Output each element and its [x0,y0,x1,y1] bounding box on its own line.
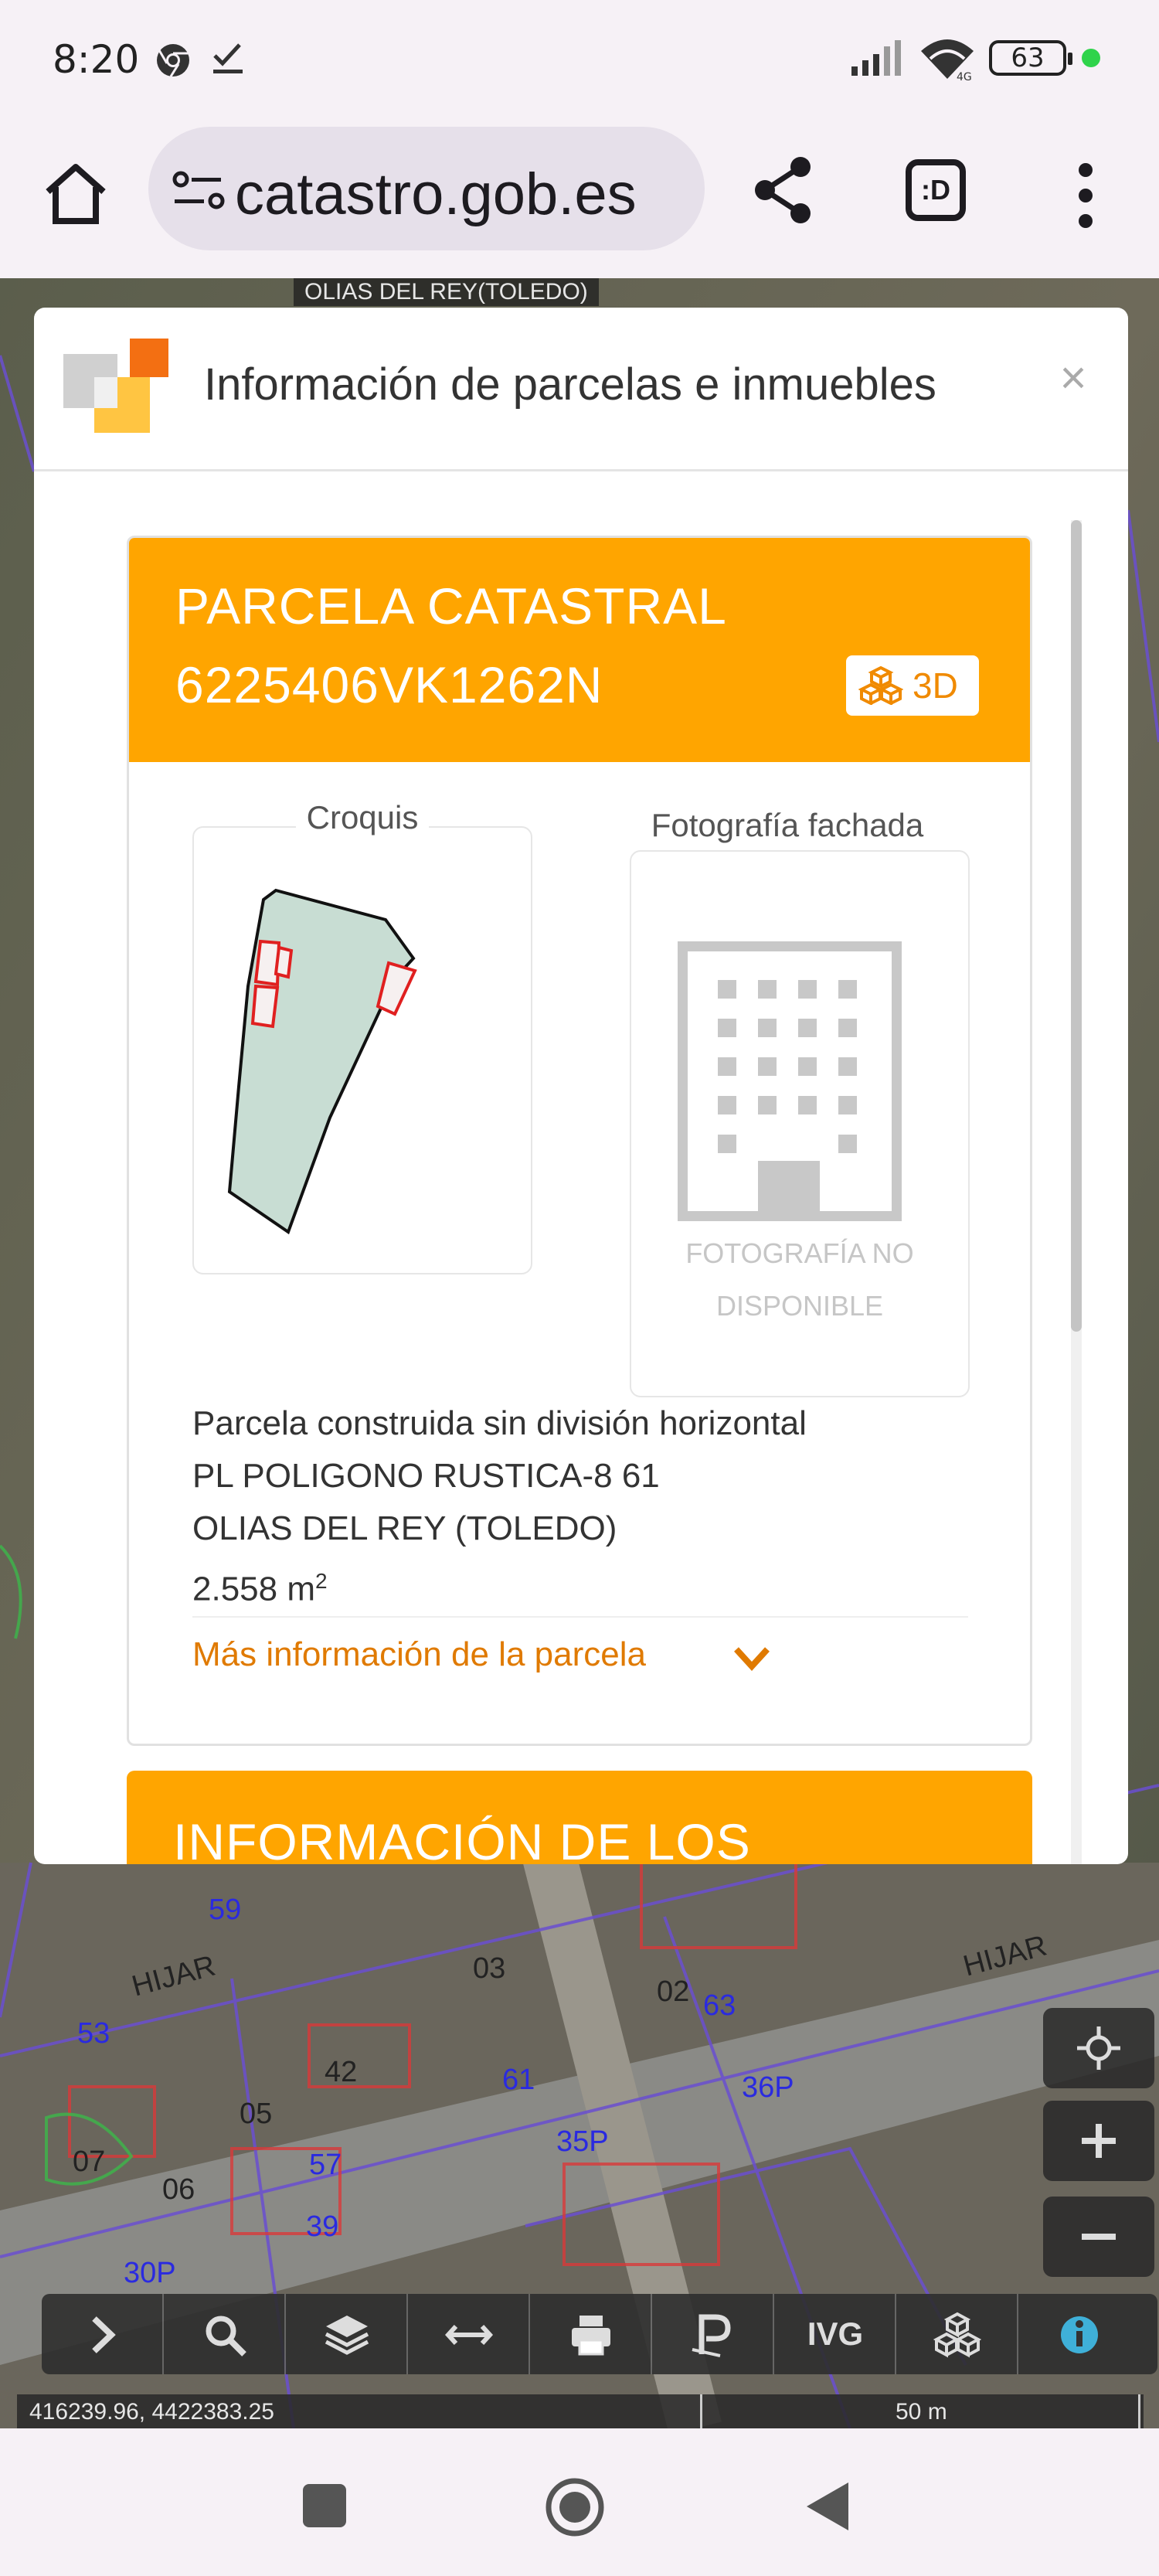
map-label: 05 [240,2098,273,2130]
map-label: 06 [162,2173,195,2206]
svg-text:4G: 4G [957,71,972,82]
parcel-info-dialog: Información de parcelas e inmuebles × PA… [34,308,1128,1864]
chrome-icon [157,44,189,77]
divider [192,1616,968,1618]
status-bar: 8:20 4G 63 [0,0,1159,116]
building-placeholder-icon [678,941,902,1221]
print-button[interactable] [530,2294,652,2374]
scale-bar: 50 m [700,2394,1140,2428]
parcel-sketch [227,888,417,1235]
recents-button[interactable] [303,2484,346,2527]
cubes-3d-icon [933,2312,981,2358]
parcel-description: Parcela construida sin división horizont… [192,1397,965,1616]
map-municipality-label: OLIAS DEL REY(TOLEDO) [294,278,599,306]
site-settings-icon[interactable] [172,168,226,213]
street-view-button[interactable] [652,2294,774,2374]
info-icon [1061,2316,1098,2353]
zoom-out-button[interactable] [1043,2197,1154,2277]
chevron-right-icon [92,2316,116,2353]
croquis-label: Croquis [129,799,596,836]
catastro-logo [63,339,168,433]
map-label: 57 [309,2149,342,2181]
search-button[interactable] [164,2294,286,2374]
signal-icon [851,40,901,76]
home-icon[interactable] [40,158,111,229]
properties-info-card-header[interactable]: INFORMACIÓN DE LOS [127,1771,1032,1864]
map-label: 39 [306,2210,339,2243]
address-bar[interactable]: catastro.gob.es [148,127,705,250]
toggle-panel-button[interactable] [42,2294,164,2374]
search-icon [206,2316,246,2357]
more-parcel-info-link[interactable]: Más información de la parcela [192,1635,646,1674]
print-icon [572,2316,610,2356]
privacy-dot-icon [1082,49,1100,67]
map-status-bar: 416239.96, 4422383.25 50 m [17,2394,1144,2428]
map-label: 30P [124,2257,176,2289]
cubes-3d-icon [858,666,903,705]
view-3d-label: 3D [913,665,958,706]
ivg-label: IVG [807,2316,864,2352]
parcel-type: PARCELA CATASTRAL [175,577,727,635]
measure-button[interactable] [408,2294,530,2374]
map-label: 59 [209,1894,242,1926]
home-button[interactable] [546,2478,604,2537]
wifi-icon: 4G [921,39,974,82]
layers-button[interactable] [286,2294,408,2374]
browser-toolbar: catastro.gob.es :D [0,116,1159,278]
info-button[interactable] [1018,2294,1140,2374]
map-label: 42 [325,2056,358,2088]
status-time: 8:20 [53,37,140,82]
parcel-address: PL POLIGONO RUSTICA-8 61 [192,1457,660,1495]
map-label: 02 [657,1975,690,2008]
street-view-icon [692,2314,731,2357]
screen: 8:20 4G 63 catastro.gob.es:D OLIAS DEL … [0,0,1159,2576]
parcel-area: 2.558 m2 [192,1569,328,1608]
crosshair-icon [1077,2026,1120,2070]
measure-icon [445,2324,493,2346]
task-done-icon [213,43,243,73]
battery-indicator: 63 [989,40,1072,76]
more-menu-icon[interactable] [1074,161,1097,230]
map-label: 36P [742,2071,794,2104]
close-button[interactable]: × [1054,351,1093,404]
parcel-reference: 6225406VK1262N [175,656,603,713]
back-button[interactable] [804,2479,850,2533]
3d-view-button[interactable] [896,2294,1018,2374]
zoom-in-button[interactable] [1043,2101,1154,2181]
dialog-header: Información de parcelas e inmuebles × [34,308,1128,471]
url-text: catastro.gob.es [235,162,637,227]
map-label: 35P [556,2125,609,2158]
dialog-body[interactable]: PARCELA CATASTRAL 6225406VK1262N 3D Croq… [34,474,1128,1864]
parcel-municipality: OLIAS DEL REY (TOLEDO) [192,1509,617,1547]
map-label: 61 [502,2064,535,2096]
view-3d-button[interactable]: 3D [846,655,979,716]
locate-button[interactable] [1043,2008,1154,2088]
share-icon[interactable] [749,151,817,229]
minus-icon [1082,2234,1116,2240]
scrollbar-thumb[interactable] [1071,520,1082,1332]
photo-unavailable-text: FOTOGRAFÍA NO DISPONIBLE [685,1237,914,1322]
map-toolbar: IVG [42,2294,1157,2374]
parcel-card: PARCELA CATASTRAL 6225406VK1262N 3D Croq… [127,536,1032,1746]
parcel-card-header: PARCELA CATASTRAL 6225406VK1262N 3D [129,538,1030,762]
facade-photo-label: Fotografía fachada [651,807,924,843]
properties-info-title: INFORMACIÓN DE LOS [173,1813,751,1864]
system-nav-bar [0,2428,1159,2576]
ivg-button[interactable]: IVG [774,2294,896,2374]
plus-icon [1082,2124,1116,2158]
map-label: 53 [77,2017,110,2050]
map-label: 63 [703,1989,736,2022]
cursor-coordinates: 416239.96, 4422383.25 [29,2399,274,2425]
map-label: 07 [73,2146,106,2178]
map-label: 03 [473,1952,506,1985]
parcel-description-line: Parcela construida sin división horizont… [192,1404,807,1442]
layers-icon [325,2316,369,2355]
tab-switcher-button[interactable]: :D [906,159,966,221]
chevron-down-icon[interactable] [732,1643,772,1674]
dialog-title: Información de parcelas e inmuebles [204,359,936,410]
